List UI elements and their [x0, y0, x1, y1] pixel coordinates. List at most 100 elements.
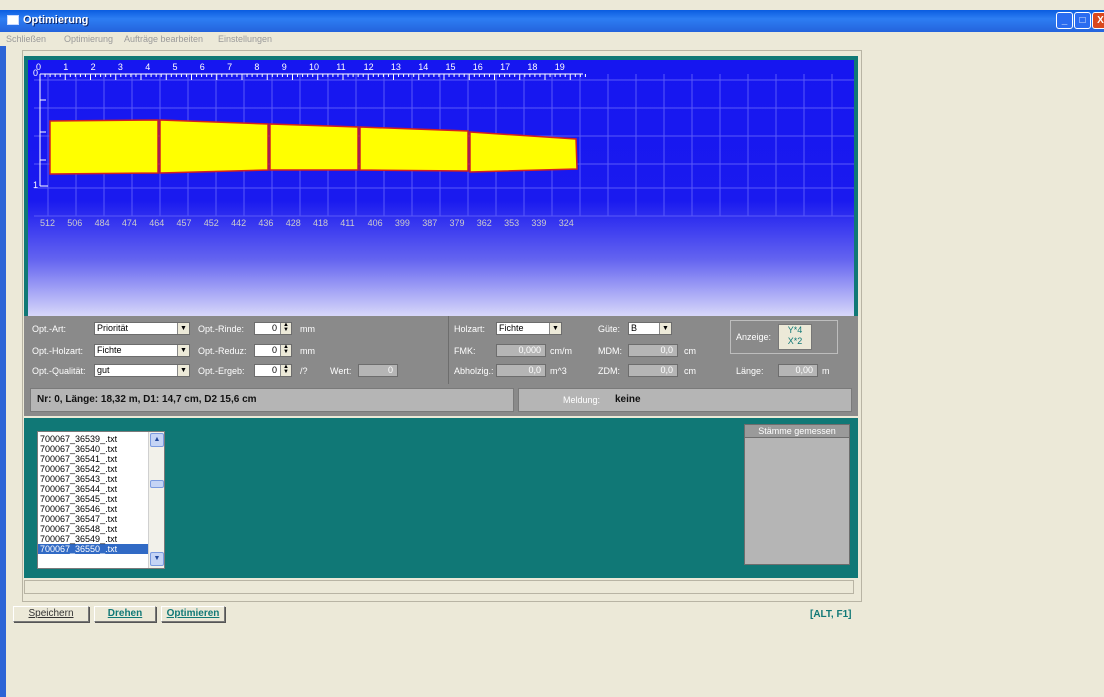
opt-ergeb-unit: /?	[300, 366, 308, 376]
menu-bar: Schließen Optimierung Aufträge bearbeite…	[0, 32, 1104, 46]
log-segments	[49, 119, 578, 175]
log-segment-1	[49, 119, 159, 175]
bottom-value: 387	[422, 218, 438, 228]
guete-select[interactable]: B ▼	[628, 322, 672, 335]
laenge-unit: m	[822, 366, 830, 376]
top-tick-1: 1	[63, 62, 69, 72]
top-tick-7: 7	[227, 62, 233, 72]
top-tick-12: 12	[363, 62, 374, 72]
menu-einstellungen[interactable]: Einstellungen	[218, 34, 272, 44]
top-tick-9: 9	[281, 62, 287, 72]
bottom-value: 379	[449, 218, 465, 228]
opt-art-select[interactable]: Priorität ▼	[94, 322, 190, 335]
optimize-button[interactable]: Optimieren	[161, 606, 225, 622]
opt-holzart-select[interactable]: Fichte ▼	[94, 344, 190, 357]
anzeige-label: Anzeige:	[736, 332, 772, 342]
top-tick-4: 4	[145, 62, 151, 72]
opt-qualitaet-select[interactable]: gut ▼	[94, 364, 190, 377]
left-border	[0, 46, 6, 697]
file-list[interactable]: 700067_36539_.txt 700067_36540_.txt 700067…	[37, 431, 165, 569]
bottom-value: 506	[67, 218, 83, 228]
scroll-up-icon[interactable]: ▲	[150, 433, 164, 447]
save-button[interactable]: Speichern	[13, 606, 89, 622]
minimize-button[interactable]: _	[1056, 12, 1073, 29]
opt-ergeb-spinner[interactable]: 0 ▲ ▼	[254, 364, 292, 377]
top-tick-11: 11	[336, 62, 346, 72]
file-list-item[interactable]: 700067_36550_.txt	[38, 544, 164, 554]
log-drawing	[34, 73, 854, 217]
anzeige-button[interactable]: Y*4 X*2	[778, 324, 812, 350]
controls-panel: Opt.-Art: Priorität ▼ Opt.-Holzart: Ficht…	[24, 316, 858, 384]
wert-label: Wert:	[330, 366, 352, 376]
scroll-down-icon[interactable]: ▼	[150, 552, 164, 566]
bottom-value: 512	[40, 218, 56, 228]
chevron-down-icon[interactable]: ▼	[177, 365, 189, 376]
opt-reduz-spinner[interactable]: 0 ▲ ▼	[254, 344, 292, 357]
top-tick-10: 10	[309, 62, 320, 72]
top-tick-15: 15	[445, 62, 456, 72]
anzeige-y: Y*4	[787, 325, 803, 335]
zdm-field: 0,0	[628, 364, 678, 377]
opt-rinde-value: 0	[271, 323, 277, 333]
close-button[interactable]: X	[1092, 12, 1104, 29]
window-title: Optimierung	[23, 14, 89, 26]
file-list-item[interactable]: 700067_36549_.txt	[38, 534, 164, 544]
file-list-item[interactable]: 700067_36546_.txt	[38, 504, 164, 514]
bottom-value: 452	[203, 218, 219, 228]
rotate-button[interactable]: Drehen	[94, 606, 156, 622]
opt-rinde-spinner[interactable]: 0 ▲ ▼	[254, 322, 292, 335]
log-canvas[interactable]: 0 1 2 3 4 5 6 7 8 9 10 11 12 13 14 15 16 17 18 19 0 1 512 50…	[28, 60, 854, 316]
staemme-box: Stämme gemessen	[744, 424, 850, 565]
opt-rinde-label: Opt.-Rinde:	[198, 324, 245, 334]
chevron-down-icon[interactable]: ▼	[177, 345, 189, 356]
bottom-value: 353	[504, 218, 520, 228]
file-list-item[interactable]: 700067_36543_.txt	[38, 474, 164, 484]
bottom-value: 418	[313, 218, 329, 228]
file-list-item[interactable]: 700067_36541_.txt	[38, 454, 164, 464]
top-tick-13: 13	[390, 62, 401, 72]
opt-ergeb-label: Opt.-Ergeb:	[198, 366, 245, 376]
fmk-label: FMK:	[454, 346, 476, 356]
log-info: Nr: 0, Länge: 18,32 m, D1: 14,7 cm, D2 1…	[30, 388, 514, 412]
spinner-arrows-icon[interactable]: ▲ ▼	[280, 344, 291, 356]
controls-divider	[448, 316, 449, 384]
bottom-strip	[24, 580, 854, 594]
file-list-item[interactable]: 700067_36542_.txt	[38, 464, 164, 474]
spinner-arrows-icon[interactable]: ▲ ▼	[280, 322, 291, 334]
bottom-value: 484	[94, 218, 110, 228]
holzart-select[interactable]: Fichte ▼	[496, 322, 562, 335]
spinner-arrows-icon[interactable]: ▲ ▼	[280, 364, 291, 376]
bottom-value: 428	[285, 218, 301, 228]
scroll-thumb[interactable]	[150, 480, 164, 488]
bottom-value: 474	[121, 218, 137, 228]
file-list-item[interactable]: 700067_36540_.txt	[38, 444, 164, 454]
mdm-unit: cm	[684, 346, 696, 356]
file-list-item[interactable]: 700067_36544_.txt	[38, 484, 164, 494]
file-list-item[interactable]: 700067_36539_.txt	[38, 434, 164, 444]
log-segment-5	[469, 131, 578, 173]
staemme-header: Stämme gemessen	[745, 425, 849, 438]
file-list-item[interactable]: 700067_36548_.txt	[38, 524, 164, 534]
laenge-label: Länge:	[736, 366, 764, 376]
chevron-down-icon[interactable]: ▼	[177, 323, 189, 334]
top-tick-14: 14	[418, 62, 429, 72]
zdm-label: ZDM:	[598, 366, 620, 376]
fmk-field: 0,000	[496, 344, 546, 357]
meldung-value: keine	[615, 394, 641, 405]
top-tick-6: 6	[199, 62, 205, 72]
chevron-down-icon[interactable]: ▼	[549, 323, 561, 334]
bottom-value: 464	[149, 218, 165, 228]
menu-optimierung[interactable]: Optimierung	[64, 34, 113, 44]
restore-button[interactable]: □	[1074, 12, 1091, 29]
file-list-item[interactable]: 700067_36547_.txt	[38, 514, 164, 524]
menu-auftraege[interactable]: Aufträge bearbeiten	[124, 34, 203, 44]
holzart-value: Fichte	[499, 323, 524, 333]
anzeige-x: X*2	[787, 336, 803, 346]
menu-schliessen[interactable]: Schließen	[6, 34, 46, 44]
chevron-down-icon[interactable]: ▼	[659, 323, 671, 334]
log-segment-2	[159, 119, 269, 174]
file-list-item[interactable]: 700067_36545_.txt	[38, 494, 164, 504]
file-list-scrollbar[interactable]: ▲ ▼	[148, 432, 164, 568]
top-tick-2: 2	[90, 62, 96, 72]
abholzig-unit: m^3	[550, 366, 567, 376]
